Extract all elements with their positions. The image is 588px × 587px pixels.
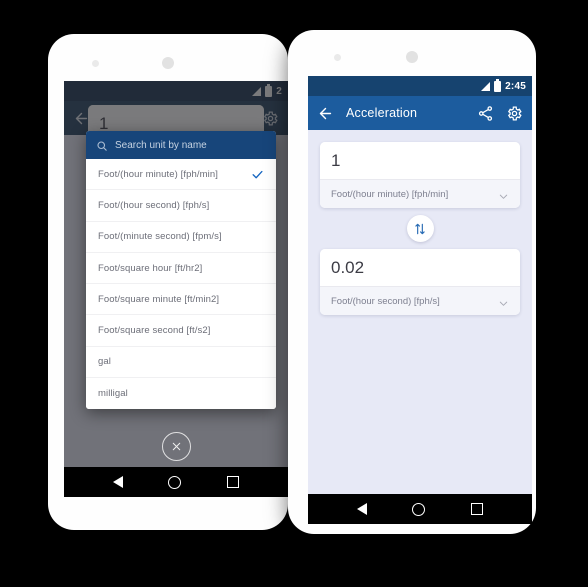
swap-vertical-icon[interactable]: [406, 215, 434, 242]
to-value: 0.02: [331, 257, 365, 277]
nav-recents-icon[interactable]: [227, 476, 240, 488]
right-phone-screen: 2:45 Acceleration 1 Foot/(hour minute) […: [308, 76, 532, 524]
unit-list[interactable]: Foot/(hour minute) [fph/min] Foot/(hour …: [86, 159, 276, 410]
unit-label: Foot/(hour minute) [fph/min]: [98, 168, 219, 180]
left-phone-sensor-dot: [92, 60, 99, 67]
right-phone-camera-dot: [406, 51, 418, 63]
nav-back-icon[interactable]: [112, 476, 123, 488]
list-item[interactable]: Foot/square minute [ft/min2]: [86, 284, 276, 316]
from-value: 1: [331, 150, 341, 170]
to-value-row[interactable]: 0.02: [320, 249, 520, 287]
unit-picker-dialog: Search unit by name Foot/(hour minute) […: [86, 131, 276, 410]
from-card: 1 Foot/(hour minute) [fph/min]: [320, 142, 520, 208]
right-phone-device: 2:45 Acceleration 1 Foot/(hour minute) […: [288, 30, 536, 534]
from-unit-selector[interactable]: Foot/(hour minute) [fph/min]: [320, 180, 520, 208]
unit-label: Foot/square hour [ft/hr2]: [98, 262, 203, 274]
left-phone-camera-dot: [162, 57, 174, 69]
unit-label: milligal: [98, 388, 128, 400]
chevron-down-icon: [498, 189, 509, 200]
unit-label: Foot/(minute second) [fpm/s]: [98, 231, 222, 243]
list-item[interactable]: Foot/square second [ft/s2]: [86, 315, 276, 347]
list-item[interactable]: Foot/(hour second) [fph/s]: [86, 190, 276, 222]
list-item[interactable]: Foot/square hour [ft/hr2]: [86, 253, 276, 285]
right-app-toolbar: Acceleration: [308, 96, 532, 130]
screenshot-stage: 2 Acceleration: [0, 0, 588, 587]
close-circle-icon[interactable]: [161, 432, 191, 461]
unit-label: gal: [98, 356, 111, 368]
from-value-row[interactable]: 1: [320, 142, 520, 180]
nav-home-icon[interactable]: [168, 475, 182, 489]
left-phone-device: 2 Acceleration: [48, 34, 288, 530]
battery-icon: [494, 78, 502, 92]
dialog-close-wrap: [64, 432, 288, 461]
right-status-bar: 2:45: [308, 76, 532, 96]
to-card: 0.02 Foot/(hour second) [fph/s]: [320, 249, 520, 315]
nav-back-icon[interactable]: [356, 503, 367, 515]
to-unit-label: Foot/(hour second) [fph/s]: [331, 295, 440, 307]
gear-icon[interactable]: [506, 105, 523, 122]
unit-label: Foot/(hour second) [fph/s]: [98, 199, 210, 211]
nav-recents-icon[interactable]: [471, 503, 484, 515]
right-converter-body: 1 Foot/(hour minute) [fph/min] 0.02 Foot…: [308, 130, 532, 315]
list-item[interactable]: gal: [86, 347, 276, 379]
to-unit-selector[interactable]: Foot/(hour second) [fph/s]: [320, 287, 520, 315]
unit-search-bar[interactable]: Search unit by name: [86, 131, 276, 159]
right-navigation-bar: [308, 494, 532, 524]
from-unit-label: Foot/(hour minute) [fph/min]: [331, 188, 449, 200]
right-page-title: Acceleration: [346, 106, 418, 120]
search-icon: [96, 139, 108, 151]
left-phone-screen: 2 Acceleration: [64, 81, 288, 497]
unit-label: Foot/square second [ft/s2]: [98, 325, 211, 337]
list-item[interactable]: milligal: [86, 378, 276, 409]
nav-home-icon[interactable]: [412, 502, 426, 516]
unit-label: Foot/square minute [ft/min2]: [98, 293, 220, 305]
list-item[interactable]: Foot/(minute second) [fpm/s]: [86, 222, 276, 253]
list-item[interactable]: Foot/(hour minute) [fph/min]: [86, 159, 276, 191]
right-phone-sensor-dot: [334, 54, 341, 61]
swap-button-wrap: [320, 215, 520, 242]
arrow-back-icon[interactable]: [317, 105, 334, 122]
unit-search-placeholder: Search unit by name: [115, 139, 207, 151]
right-status-clock: 2:45: [505, 80, 526, 92]
check-icon: [251, 168, 264, 181]
share-icon[interactable]: [477, 105, 494, 122]
left-navigation-bar: [64, 467, 288, 497]
chevron-down-icon: [498, 296, 509, 307]
signal-triangle-icon: [481, 81, 491, 91]
